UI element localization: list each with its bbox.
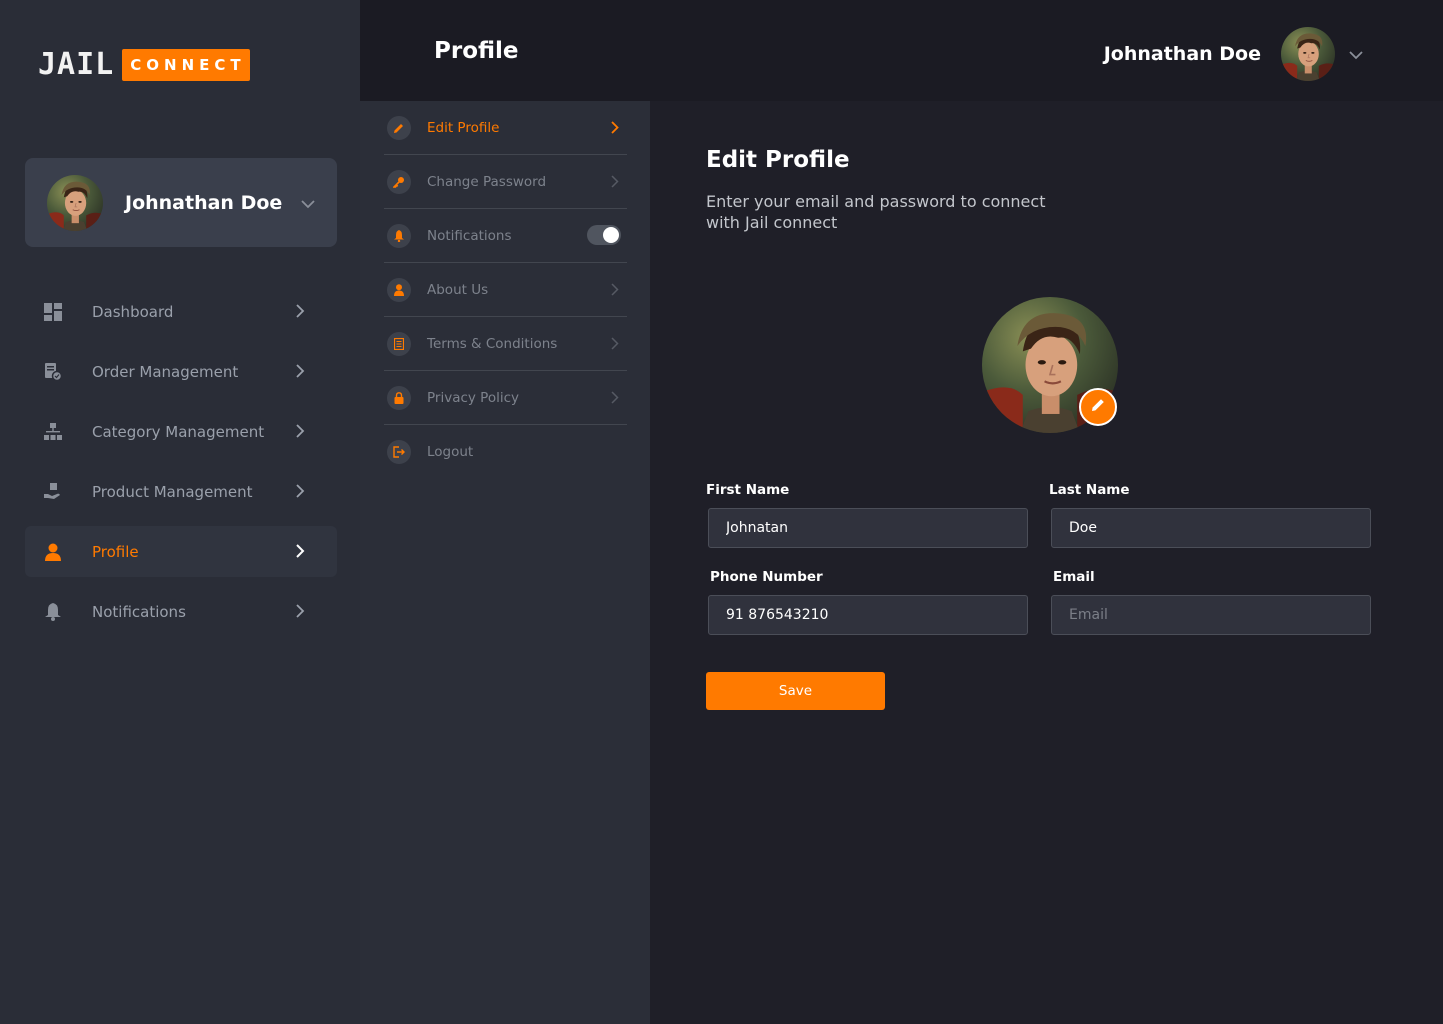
sidebar-user-card[interactable]: Johnathan Doe bbox=[25, 158, 337, 247]
settings-item-label: About Us bbox=[427, 281, 489, 298]
dashboard-icon bbox=[43, 302, 63, 322]
avatar bbox=[1281, 27, 1335, 81]
header-user-name: Johnathan Doe bbox=[1103, 43, 1261, 65]
product-icon bbox=[43, 482, 63, 502]
settings-item-logout[interactable]: Logout bbox=[384, 425, 627, 479]
logo-jail-text: JAIL bbox=[38, 47, 115, 82]
last-name-field[interactable] bbox=[1051, 508, 1371, 548]
sidebar-nav: Dashboard Order Management Category Mana… bbox=[25, 286, 337, 646]
save-button[interactable]: Save bbox=[706, 672, 885, 710]
edit-avatar-button[interactable] bbox=[1079, 388, 1117, 426]
settings-item-label: Edit Profile bbox=[427, 119, 500, 136]
settings-menu: Edit Profile Change Password Notificatio… bbox=[360, 101, 650, 1024]
logout-icon bbox=[387, 440, 411, 464]
category-icon bbox=[43, 422, 63, 442]
settings-item-label: Change Password bbox=[427, 173, 547, 190]
sidebar-user-name: Johnathan Doe bbox=[125, 191, 283, 214]
sidebar-item-label: Notifications bbox=[92, 602, 186, 621]
header-user-menu[interactable]: Johnathan Doe bbox=[1104, 27, 1363, 81]
sidebar-item-label: Profile bbox=[92, 542, 139, 561]
chevron-right-icon bbox=[296, 304, 305, 322]
settings-item-label: Notifications bbox=[427, 227, 512, 244]
key-icon bbox=[387, 169, 411, 194]
notifications-toggle[interactable] bbox=[587, 225, 621, 245]
first-name-label: First Name bbox=[706, 482, 790, 498]
user-icon bbox=[387, 277, 411, 302]
chevron-right-icon bbox=[296, 604, 305, 622]
first-name-field[interactable] bbox=[708, 508, 1028, 548]
sidebar-item-label: Product Management bbox=[92, 482, 253, 501]
email-label: Email bbox=[1053, 569, 1095, 585]
avatar bbox=[47, 175, 103, 231]
sidebar-item-label: Dashboard bbox=[92, 302, 174, 321]
order-icon bbox=[43, 362, 63, 382]
sidebar-item-product-management[interactable]: Product Management bbox=[25, 466, 337, 517]
app: JAIL CONNECT Johnathan Doe Dashboard Ord… bbox=[0, 0, 1443, 1024]
chevron-right-icon bbox=[611, 121, 619, 138]
settings-item-label: Terms & Conditions bbox=[427, 335, 558, 352]
chevron-right-icon bbox=[611, 337, 619, 354]
sidebar-item-notifications[interactable]: Notifications bbox=[25, 586, 337, 637]
last-name-label: Last Name bbox=[1049, 482, 1130, 498]
bell-icon bbox=[43, 602, 63, 622]
sidebar-item-order-management[interactable]: Order Management bbox=[25, 346, 337, 397]
settings-item-about-us[interactable]: About Us bbox=[384, 263, 627, 317]
phone-number-field[interactable] bbox=[708, 595, 1028, 635]
section-description: Enter your email and password to connect… bbox=[706, 192, 1046, 232]
chevron-down-icon[interactable] bbox=[301, 194, 315, 213]
lock-icon bbox=[387, 385, 411, 410]
settings-item-terms[interactable]: Terms & Conditions bbox=[384, 317, 627, 371]
logo[interactable]: JAIL CONNECT bbox=[38, 48, 250, 82]
page-title: Profile bbox=[434, 38, 519, 64]
chevron-right-icon bbox=[296, 364, 305, 382]
email-field[interactable] bbox=[1051, 595, 1371, 635]
pencil-icon bbox=[1090, 397, 1106, 417]
chevron-right-icon bbox=[611, 391, 619, 408]
chevron-right-icon bbox=[296, 544, 305, 562]
edit-profile-panel: Edit Profile Enter your email and passwo… bbox=[650, 101, 1443, 1024]
chevron-right-icon bbox=[611, 283, 619, 300]
settings-item-edit-profile[interactable]: Edit Profile bbox=[384, 101, 627, 155]
chevron-down-icon[interactable] bbox=[1349, 45, 1363, 64]
top-header: Profile Johnathan Doe bbox=[360, 0, 1443, 101]
settings-item-privacy-policy[interactable]: Privacy Policy bbox=[384, 371, 627, 425]
sidebar-item-category-management[interactable]: Category Management bbox=[25, 406, 337, 457]
sidebar-item-label: Order Management bbox=[92, 362, 239, 381]
toggle-knob bbox=[603, 227, 619, 243]
document-icon bbox=[387, 331, 411, 356]
sidebar-item-dashboard[interactable]: Dashboard bbox=[25, 286, 337, 337]
phone-number-label: Phone Number bbox=[710, 569, 823, 585]
settings-item-label: Logout bbox=[427, 444, 474, 460]
sidebar-item-label: Category Management bbox=[92, 422, 265, 441]
sidebar-item-profile[interactable]: Profile bbox=[25, 526, 337, 577]
bell-icon bbox=[387, 223, 411, 248]
section-title: Edit Profile bbox=[706, 147, 850, 173]
logo-connect-text: CONNECT bbox=[122, 49, 250, 81]
sidebar: JAIL CONNECT Johnathan Doe Dashboard Ord… bbox=[0, 0, 360, 1024]
chevron-right-icon bbox=[296, 484, 305, 502]
pencil-icon bbox=[387, 115, 411, 140]
settings-item-notifications: Notifications bbox=[384, 209, 627, 263]
settings-item-change-password[interactable]: Change Password bbox=[384, 155, 627, 209]
settings-item-label: Privacy Policy bbox=[427, 389, 520, 406]
user-icon bbox=[43, 542, 63, 562]
chevron-right-icon bbox=[611, 175, 619, 192]
chevron-right-icon bbox=[296, 424, 305, 442]
